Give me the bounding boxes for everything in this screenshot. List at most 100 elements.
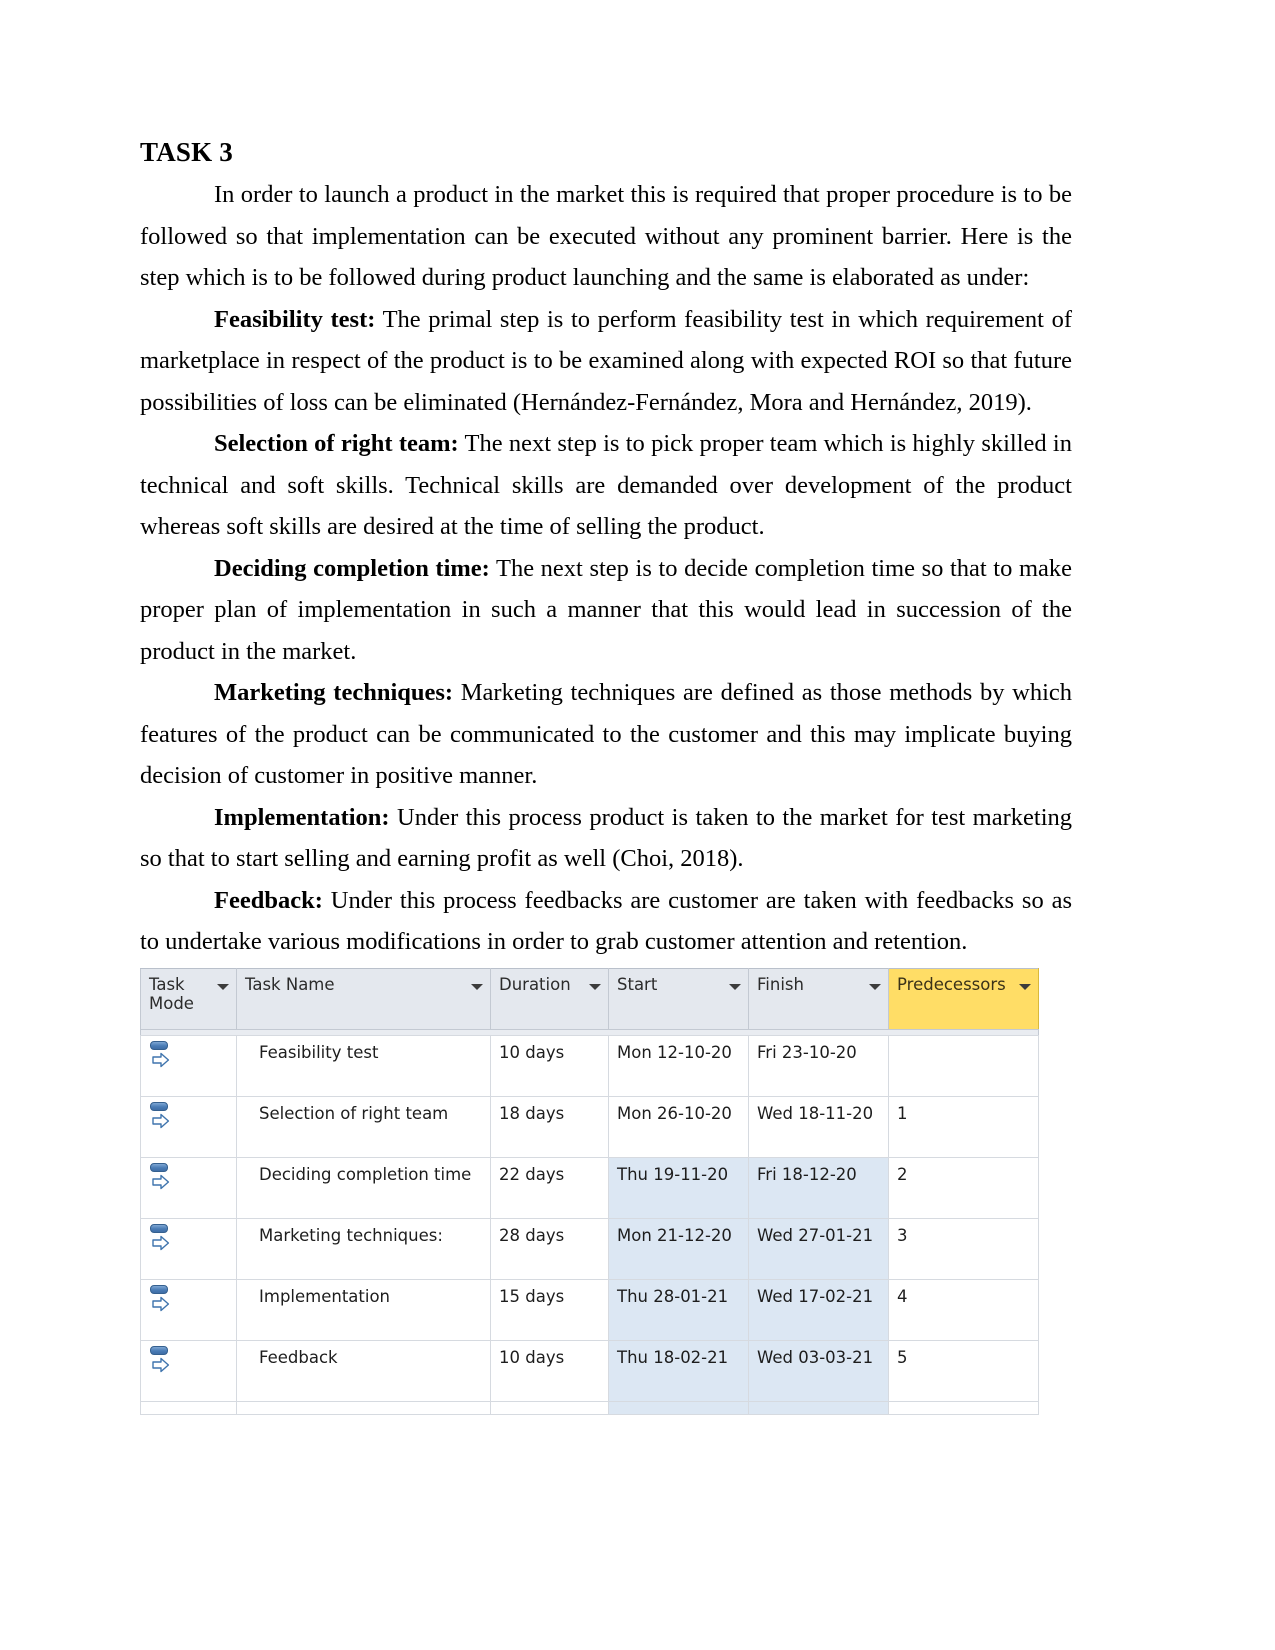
cell-finish[interactable]: Fri 18-12-20 (748, 1157, 889, 1219)
cell-task-name[interactable]: Feasibility test (236, 1035, 491, 1097)
auto-scheduled-icon (150, 1102, 172, 1132)
arrow-right-outline-icon (152, 1052, 170, 1068)
cell-task-mode[interactable] (140, 1401, 237, 1415)
cell-finish[interactable] (748, 1401, 889, 1415)
cell-start[interactable]: Mon 26-10-20 (608, 1096, 749, 1158)
filter-dropdown-icon[interactable] (1019, 984, 1031, 990)
column-header-label: Task Name (245, 975, 335, 994)
column-header-task-mode[interactable]: Task Mode (140, 968, 237, 1030)
column-header-duration[interactable]: Duration (490, 968, 609, 1030)
paragraph-deciding-completion-time: Deciding completion time: The next step … (140, 548, 1072, 673)
cell-start[interactable]: Mon 12-10-20 (608, 1035, 749, 1097)
cell-task-mode[interactable] (140, 1096, 237, 1158)
arrow-right-outline-icon (152, 1235, 170, 1251)
cell-start[interactable]: Thu 19-11-20 (608, 1157, 749, 1219)
project-schedule-table: Task Mode Task Name Duration Start Finis… (140, 968, 1039, 1415)
cell-duration[interactable]: 15 days (490, 1279, 609, 1341)
filter-dropdown-icon[interactable] (217, 984, 229, 990)
paragraph-lead: Selection of right team: (214, 430, 459, 458)
column-header-label: Task Mode (149, 975, 194, 1014)
cell-finish[interactable]: Wed 03-03-21 (748, 1340, 889, 1402)
paragraph-lead: Marketing techniques: (214, 679, 454, 707)
column-header-label: Predecessors (897, 975, 1006, 994)
cell-task-name[interactable]: Marketing techniques: (236, 1218, 491, 1280)
cell-finish[interactable]: Wed 17-02-21 (748, 1279, 889, 1341)
table-header: Task Mode Task Name Duration Start Finis… (140, 968, 1039, 1030)
cell-finish[interactable]: Wed 27-01-21 (748, 1218, 889, 1280)
table-row[interactable]: Implementation 15 days Thu 28-01-21 Wed … (140, 1279, 1039, 1341)
paragraph-lead: Feedback: (214, 886, 323, 914)
document-page: TASK 3 In order to launch a product in t… (0, 0, 1275, 1650)
cell-predecessors[interactable]: 3 (888, 1218, 1039, 1280)
cell-predecessors[interactable] (888, 1401, 1039, 1415)
page-title: TASK 3 (140, 137, 233, 167)
filter-dropdown-icon[interactable] (471, 984, 483, 990)
table-row[interactable]: Feedback 10 days Thu 18-02-21 Wed 03-03-… (140, 1340, 1039, 1402)
column-header-predecessors[interactable]: Predecessors (888, 968, 1039, 1030)
cell-duration[interactable]: 10 days (490, 1035, 609, 1097)
auto-scheduled-icon (150, 1163, 172, 1193)
arrow-right-outline-icon (152, 1296, 170, 1312)
cell-task-mode[interactable] (140, 1218, 237, 1280)
cell-predecessors[interactable]: 5 (888, 1340, 1039, 1402)
auto-scheduled-icon (150, 1346, 172, 1376)
cell-start[interactable] (608, 1401, 749, 1415)
cell-task-mode[interactable] (140, 1340, 237, 1402)
auto-scheduled-icon (150, 1224, 172, 1254)
arrow-right-outline-icon (152, 1113, 170, 1129)
table-body: Feasibility test 10 days Mon 12-10-20 Fr… (140, 1035, 1039, 1415)
table-row[interactable]: Deciding completion time 22 days Thu 19-… (140, 1157, 1039, 1219)
cell-task-name[interactable]: Selection of right team (236, 1096, 491, 1158)
paragraph-feedback: Feedback: Under this process feedbacks a… (140, 880, 1072, 963)
paragraph-implementation: Implementation: Under this process produ… (140, 797, 1072, 880)
filter-dropdown-icon[interactable] (589, 984, 601, 990)
filter-dropdown-icon[interactable] (869, 984, 881, 990)
column-header-label: Finish (757, 975, 804, 994)
table-header-row: Task Mode Task Name Duration Start Finis… (140, 968, 1039, 1030)
cell-predecessors[interactable]: 4 (888, 1279, 1039, 1341)
cell-task-mode[interactable] (140, 1279, 237, 1341)
paragraph-feasibility-test: Feasibility test: The primal step is to … (140, 299, 1072, 424)
table-row[interactable]: Feasibility test 10 days Mon 12-10-20 Fr… (140, 1035, 1039, 1097)
paragraph-lead: Feasibility test: (214, 305, 376, 333)
cell-start[interactable]: Thu 18-02-21 (608, 1340, 749, 1402)
filter-dropdown-icon[interactable] (729, 984, 741, 990)
cell-duration[interactable]: 28 days (490, 1218, 609, 1280)
cell-task-name[interactable]: Deciding completion time (236, 1157, 491, 1219)
table-row[interactable]: Selection of right team 18 days Mon 26-1… (140, 1096, 1039, 1158)
cell-predecessors[interactable] (888, 1035, 1039, 1097)
auto-scheduled-icon (150, 1285, 172, 1315)
table-row[interactable]: Marketing techniques: 28 days Mon 21-12-… (140, 1218, 1039, 1280)
auto-scheduled-icon (150, 1041, 172, 1071)
arrow-right-outline-icon (152, 1174, 170, 1190)
cell-task-name[interactable]: Implementation (236, 1279, 491, 1341)
paragraph-text: In order to launch a product in the mark… (140, 181, 1072, 292)
cell-duration[interactable]: 10 days (490, 1340, 609, 1402)
column-header-label: Start (617, 975, 658, 994)
cell-duration[interactable]: 22 days (490, 1157, 609, 1219)
arrow-right-outline-icon (152, 1357, 170, 1373)
document-body: TASK 3 In order to launch a product in t… (140, 136, 1072, 963)
paragraph-lead: Deciding completion time: (214, 554, 490, 582)
column-header-start[interactable]: Start (608, 968, 749, 1030)
paragraph-intro: In order to launch a product in the mark… (140, 174, 1072, 299)
cell-duration[interactable]: 18 days (490, 1096, 609, 1158)
cell-task-mode[interactable] (140, 1035, 237, 1097)
column-header-task-name[interactable]: Task Name (236, 968, 491, 1030)
column-header-finish[interactable]: Finish (748, 968, 889, 1030)
paragraph-lead: Implementation: (214, 803, 390, 831)
project-schedule-table-image: Task Mode Task Name Duration Start Finis… (140, 968, 1039, 1415)
cell-predecessors[interactable]: 2 (888, 1157, 1039, 1219)
cell-finish[interactable]: Fri 23-10-20 (748, 1035, 889, 1097)
cell-start[interactable]: Mon 21-12-20 (608, 1218, 749, 1280)
cell-task-mode[interactable] (140, 1157, 237, 1219)
paragraph-selection-of-right-team: Selection of right team: The next step i… (140, 423, 1072, 548)
cell-predecessors[interactable]: 1 (888, 1096, 1039, 1158)
table-row-empty[interactable] (140, 1401, 1039, 1415)
cell-task-name[interactable] (236, 1401, 491, 1415)
paragraph-marketing-techniques: Marketing techniques: Marketing techniqu… (140, 672, 1072, 797)
cell-duration[interactable] (490, 1401, 609, 1415)
cell-finish[interactable]: Wed 18-11-20 (748, 1096, 889, 1158)
cell-task-name[interactable]: Feedback (236, 1340, 491, 1402)
cell-start[interactable]: Thu 28-01-21 (608, 1279, 749, 1341)
